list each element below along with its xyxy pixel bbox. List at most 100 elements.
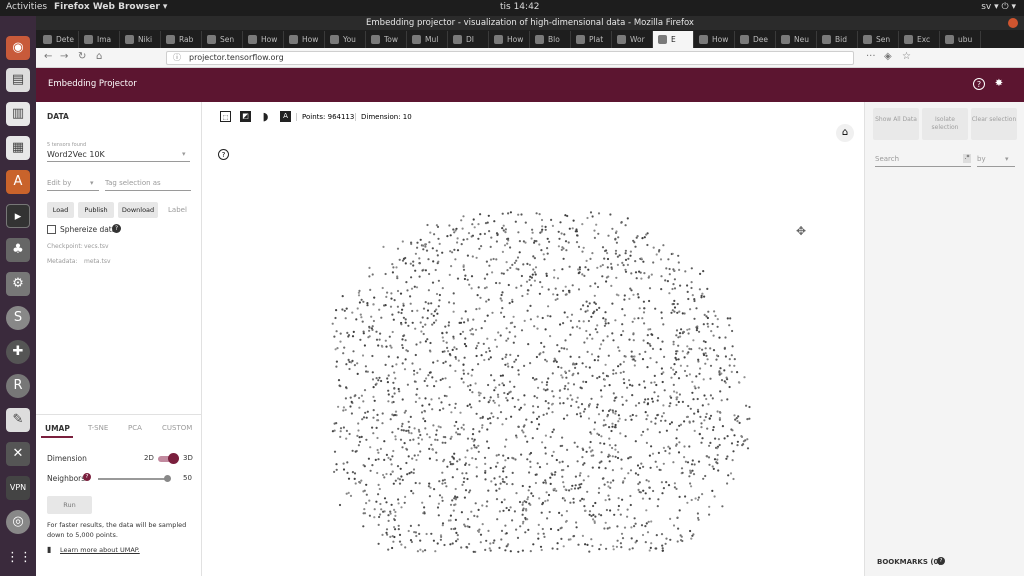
data-point[interactable] <box>733 358 736 361</box>
data-point[interactable] <box>386 291 389 294</box>
editor-icon[interactable]: ✎ <box>6 408 30 432</box>
data-point[interactable] <box>511 397 514 400</box>
data-point[interactable] <box>568 489 571 492</box>
data-point[interactable] <box>616 255 619 258</box>
data-point[interactable] <box>459 332 462 336</box>
data-point[interactable] <box>565 348 569 351</box>
data-point[interactable] <box>541 228 544 231</box>
data-point[interactable] <box>411 457 414 460</box>
data-point[interactable] <box>511 366 514 369</box>
data-point[interactable] <box>387 514 390 517</box>
data-point[interactable] <box>642 311 646 314</box>
data-point[interactable] <box>617 420 620 423</box>
data-point[interactable] <box>423 512 426 515</box>
data-point[interactable] <box>464 456 467 459</box>
data-point[interactable] <box>485 286 488 289</box>
data-point[interactable] <box>436 542 439 545</box>
data-point[interactable] <box>557 365 560 369</box>
browser-tab[interactable]: How <box>694 31 735 48</box>
data-point[interactable] <box>586 543 589 546</box>
data-point[interactable] <box>344 317 347 320</box>
data-point[interactable] <box>678 310 681 313</box>
data-point[interactable] <box>487 529 490 532</box>
data-point[interactable] <box>387 400 390 403</box>
data-point[interactable] <box>455 540 458 543</box>
data-point[interactable] <box>463 477 466 480</box>
data-point[interactable] <box>693 298 696 301</box>
data-point[interactable] <box>394 438 397 441</box>
data-point[interactable] <box>462 480 465 484</box>
data-point[interactable] <box>544 479 547 482</box>
data-point[interactable] <box>431 281 435 284</box>
data-point[interactable] <box>560 347 563 350</box>
data-point[interactable] <box>650 381 653 384</box>
data-point[interactable] <box>415 458 418 462</box>
data-point[interactable] <box>709 347 712 350</box>
data-point[interactable] <box>513 405 516 408</box>
data-point[interactable] <box>349 396 352 399</box>
data-point[interactable] <box>598 347 601 350</box>
data-point[interactable] <box>671 303 674 306</box>
projection-help-icon[interactable]: ? <box>218 149 229 160</box>
terminal-icon[interactable]: ▸ <box>6 204 30 228</box>
data-point[interactable] <box>346 471 349 474</box>
data-point[interactable] <box>363 489 366 492</box>
data-point[interactable] <box>590 397 593 400</box>
data-point[interactable] <box>370 327 373 330</box>
data-point[interactable] <box>452 292 455 295</box>
data-point[interactable] <box>497 331 500 334</box>
data-point[interactable] <box>673 299 676 302</box>
data-point[interactable] <box>596 331 599 334</box>
data-point[interactable] <box>562 417 566 420</box>
data-point[interactable] <box>654 307 657 310</box>
data-point[interactable] <box>716 447 719 450</box>
data-point[interactable] <box>619 371 622 374</box>
data-point[interactable] <box>592 504 595 508</box>
neighbors-slider-thumb[interactable] <box>164 475 171 482</box>
data-point[interactable] <box>700 294 703 297</box>
data-point[interactable] <box>360 479 363 482</box>
data-point[interactable] <box>606 415 609 418</box>
data-point[interactable] <box>676 302 679 306</box>
data-point[interactable] <box>509 353 512 356</box>
data-point[interactable] <box>397 387 400 391</box>
data-point[interactable] <box>413 369 416 372</box>
data-point[interactable] <box>634 404 638 407</box>
data-point[interactable] <box>470 510 473 513</box>
data-point[interactable] <box>409 439 412 442</box>
data-point[interactable] <box>562 257 565 260</box>
browser-tab[interactable]: E <box>653 31 694 48</box>
spreadsheet-icon[interactable]: ▦ <box>6 136 30 160</box>
data-point[interactable] <box>526 292 529 296</box>
data-point[interactable] <box>541 285 544 289</box>
data-point[interactable] <box>630 418 633 421</box>
data-point[interactable] <box>612 411 615 414</box>
data-point[interactable] <box>577 288 581 291</box>
show-all-data-button[interactable]: Show All Data <box>873 108 919 140</box>
data-point[interactable] <box>691 391 694 394</box>
data-point[interactable] <box>466 318 469 321</box>
data-point[interactable] <box>620 333 623 337</box>
data-point[interactable] <box>404 318 407 321</box>
data-point[interactable] <box>505 417 508 420</box>
data-point[interactable] <box>707 456 711 459</box>
data-point[interactable] <box>578 266 581 269</box>
data-point[interactable] <box>650 445 653 448</box>
data-point[interactable] <box>573 487 577 490</box>
data-point[interactable] <box>513 385 516 388</box>
data-point[interactable] <box>339 435 342 438</box>
data-point[interactable] <box>700 422 703 425</box>
data-point[interactable] <box>521 549 524 552</box>
data-point[interactable] <box>434 438 437 441</box>
data-point[interactable] <box>494 386 497 389</box>
data-point[interactable] <box>521 501 524 504</box>
data-point[interactable] <box>335 468 338 471</box>
data-point[interactable] <box>552 293 555 296</box>
data-point[interactable] <box>645 522 648 525</box>
data-point[interactable] <box>560 469 564 472</box>
data-point[interactable] <box>420 438 424 441</box>
data-point[interactable] <box>517 373 520 376</box>
data-point[interactable] <box>606 266 609 269</box>
data-point[interactable] <box>435 224 438 227</box>
data-point[interactable] <box>487 383 490 387</box>
